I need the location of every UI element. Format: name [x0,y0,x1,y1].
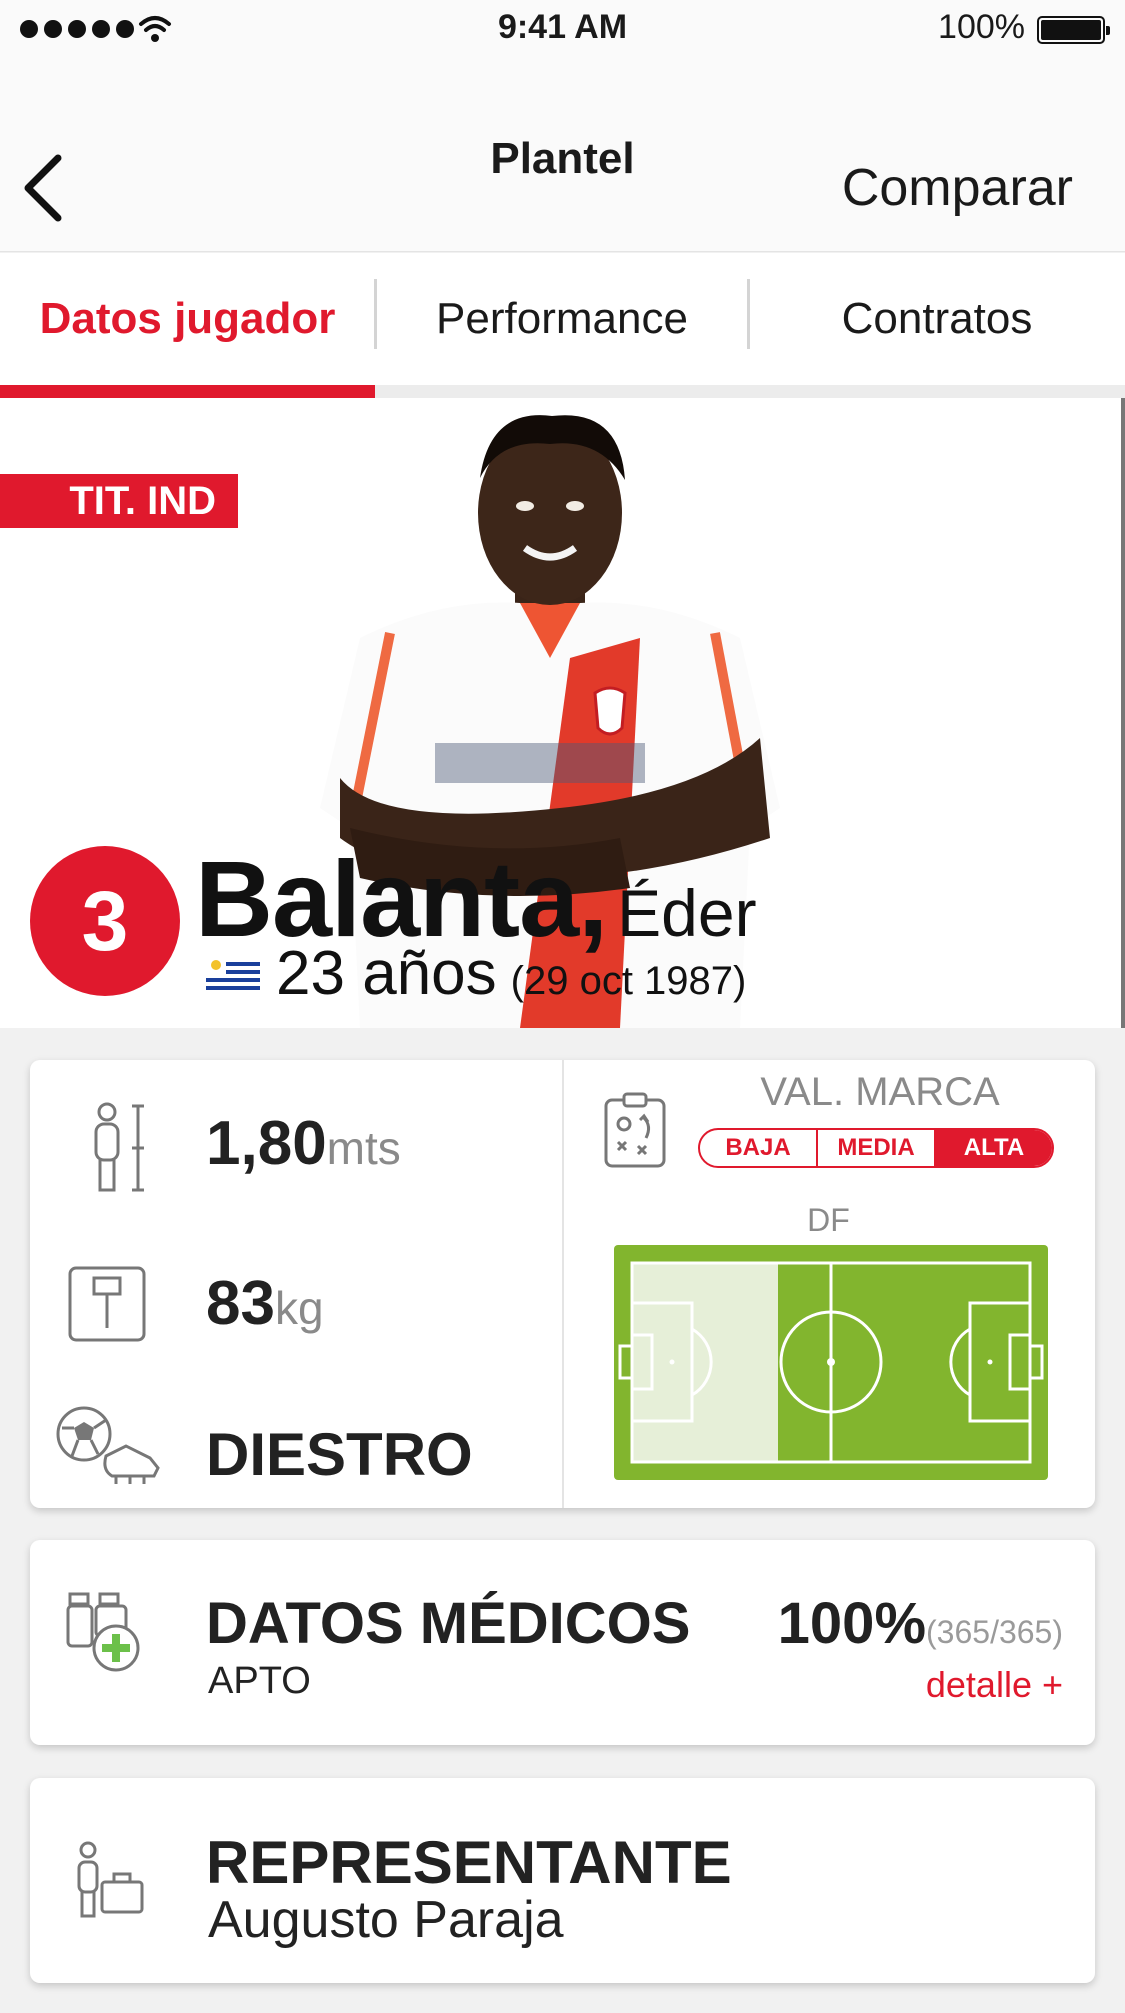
medical-detail-link[interactable]: detalle + [926,1664,1063,1706]
brand-value-option-media[interactable]: MEDIA [818,1130,936,1166]
physical-stats-card: 1,80mts 83kg DIESTRO VAL. MARCA BAJA MED… [30,1060,1095,1508]
tactic-board-icon [604,1092,666,1168]
player-age: 23 años [276,939,497,1008]
tab-datos-jugador[interactable]: Datos jugador [0,253,375,385]
height-value: 1,80mts [206,1108,401,1179]
brand-value-option-baja[interactable]: BAJA [700,1130,818,1166]
weight-scale-icon [68,1266,146,1342]
position-pitch [614,1245,1048,1480]
agent-title: REPRESENTANTE [206,1829,732,1896]
preferred-foot: DIESTRO [206,1421,473,1488]
tab-performance[interactable]: Performance [376,253,748,385]
medical-percentage: 100% [777,1591,927,1656]
medical-status: APTO [208,1660,311,1702]
medical-availability: 100%(365/365) [778,1590,1063,1657]
medical-title: DATOS MÉDICOS [206,1591,691,1656]
status-bar: 9:41 AM 100% [0,0,1125,60]
weight-value: 83kg [206,1268,324,1339]
hero-edge [1121,398,1125,1028]
football-boot-icon [56,1406,160,1484]
status-badge: TIT. IND [0,474,238,528]
stats-divider [562,1060,564,1508]
compare-button[interactable]: Comparar [842,158,1073,218]
height-unit: mts [326,1122,401,1174]
weight-unit: kg [274,1282,324,1334]
brand-value-option-alta[interactable]: ALTA [936,1130,1052,1166]
battery-icon [1037,16,1110,44]
player-age-row: 23 años (29 oct 1987) [206,938,746,1009]
height-icon [94,1102,144,1192]
tab-indicator [0,385,375,399]
agent-card[interactable]: REPRESENTANTE Augusto Paraja [30,1778,1095,1983]
medical-data-card[interactable]: DATOS MÉDICOS APTO 100%(365/365) detalle… [30,1540,1095,1745]
medical-fraction: (365/365) [926,1614,1063,1650]
uruguay-flag-icon [206,956,260,990]
medical-kit-icon [66,1592,140,1672]
weight-number: 83 [206,1269,275,1338]
player-birth-date: (29 oct 1987) [510,959,747,1003]
agent-briefcase-icon [77,1841,144,1918]
player-number: 3 [30,846,180,996]
brand-value-label: VAL. MARCA [760,1070,1000,1114]
battery-percentage: 100% [938,8,1025,46]
brand-value-selector: BAJA MEDIA ALTA [698,1128,1054,1168]
height-number: 1,80 [206,1109,327,1178]
position-label: DF [807,1202,850,1238]
player-hero: TIT. IND 3 Balanta, Éder 23 años (29 oct… [0,398,1125,1028]
navigation-bar: Plantel Comparar [0,60,1125,252]
agent-name: Augusto Paraja [208,1891,564,1949]
tab-contratos[interactable]: Contratos [749,253,1125,385]
tab-bar: Datos jugador Performance Contratos [0,253,1125,399]
